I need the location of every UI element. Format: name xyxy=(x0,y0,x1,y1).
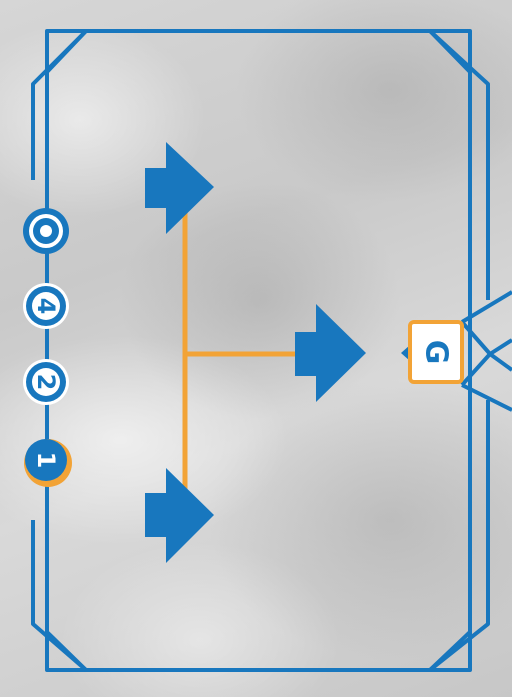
arrow-middle xyxy=(295,304,366,402)
frame-inner-bottom xyxy=(31,520,88,672)
frame-inner-top-right xyxy=(428,29,490,300)
frame-diagonal-tr xyxy=(428,29,472,74)
badge-number-2[interactable]: 2 xyxy=(23,359,69,405)
badge-label: 2 xyxy=(32,374,60,391)
arrow-right-icon xyxy=(145,142,214,234)
arrow-bottom xyxy=(145,468,214,563)
badge-number-4[interactable]: 4 xyxy=(23,283,69,329)
frame-diagonal-br xyxy=(428,630,472,672)
goal-label: G xyxy=(419,340,454,365)
badge-target[interactable] xyxy=(23,208,69,254)
goal-marker[interactable]: G xyxy=(401,320,464,384)
badge-label: 1 xyxy=(32,452,60,469)
path-connector xyxy=(182,207,303,495)
game-card: G 4 2 1 xyxy=(23,29,512,672)
arrow-right-icon xyxy=(295,304,366,402)
target-icon xyxy=(23,208,69,254)
arrow-top xyxy=(145,142,214,234)
frame-inner-top xyxy=(31,29,88,180)
badge-number-1[interactable]: 1 xyxy=(24,439,72,487)
badge-label: 4 xyxy=(32,298,60,315)
frame-diagonal-bl xyxy=(45,630,88,672)
frame-inner-bottom-right xyxy=(428,400,490,672)
arrow-right-icon xyxy=(145,468,214,563)
frame-diagonal-tl xyxy=(45,29,88,74)
